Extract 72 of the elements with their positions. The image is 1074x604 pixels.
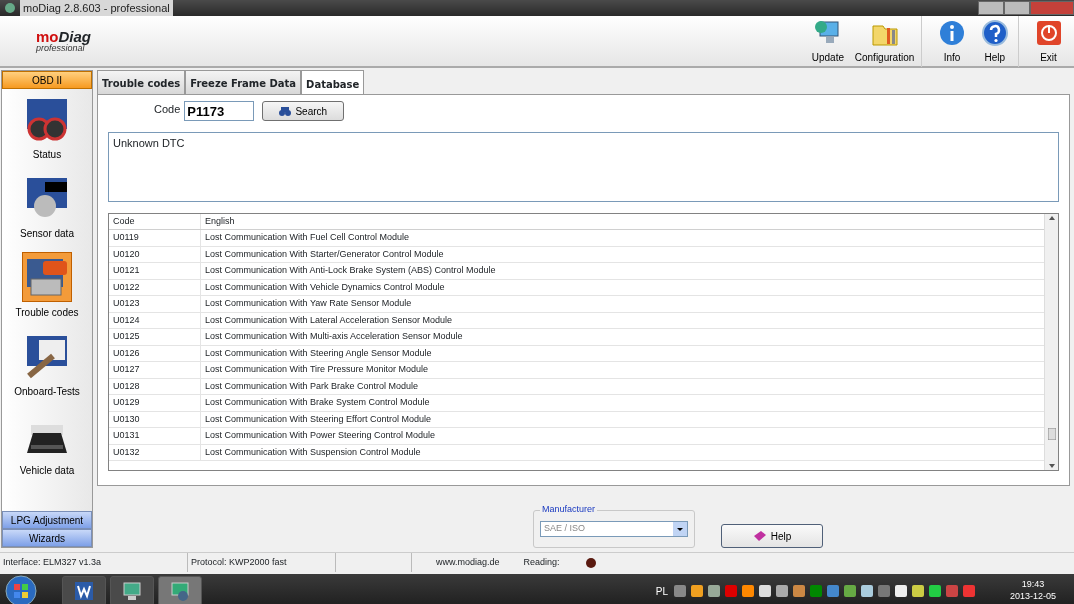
window-title: moDiag 2.8.603 - professional <box>20 0 173 17</box>
table-cell: U0132 <box>109 444 201 460</box>
tab[interactable]: Freeze Frame Data <box>185 70 302 94</box>
table-cell: U0126 <box>109 345 201 361</box>
tab[interactable]: Database <box>301 70 365 94</box>
sidebar-item[interactable]: Status <box>2 89 92 168</box>
language-indicator[interactable]: PL <box>655 583 668 599</box>
code-label: Code <box>154 102 181 117</box>
app-logo: moDiag professional <box>36 29 91 53</box>
table-cell-text: Lost Communication With Brake System Control Module <box>204 396 431 409</box>
section-button[interactable]: LPG Adjustment <box>2 511 92 529</box>
scroll-thumb[interactable] <box>1047 428 1056 440</box>
scroll-down-icon[interactable] <box>1047 462 1056 470</box>
table-cell: U0130 <box>109 411 201 427</box>
help-button[interactable]: Help <box>974 15 1015 67</box>
minimize-button[interactable] <box>978 1 1004 15</box>
column-header: English <box>204 214 236 228</box>
config-button[interactable]: Configuration <box>850 15 919 67</box>
scrollbar[interactable] <box>1044 214 1058 470</box>
maximize-button[interactable] <box>1004 1 1030 15</box>
help-button[interactable]: Help <box>721 524 823 548</box>
reading-label: Reading: <box>523 555 560 569</box>
sidebar-item[interactable]: Trouble codes <box>2 247 92 326</box>
table-cell-text: Lost Communication With Yaw Rate Sensor Module <box>204 297 413 310</box>
table-cell: U0125 <box>109 329 201 345</box>
clock[interactable]: 19:43 2013-12-05 <box>1009 579 1056 603</box>
sidebar-item[interactable]: Onboard-Tests <box>2 326 92 405</box>
result-box: Unknown DTC <box>108 132 1059 202</box>
table-cell-text: Lost Communication With Anti-Lock Brake System (ABS) Control Module <box>204 264 497 277</box>
section-button[interactable]: Wizards <box>2 529 92 547</box>
table-cell: U0120 <box>109 246 201 262</box>
table-cell: U0128 <box>109 378 201 394</box>
info-button[interactable]: Info <box>921 15 972 67</box>
binoculars-icon <box>279 106 292 116</box>
app-taskbar-icon[interactable] <box>158 576 202 604</box>
sidebar-item[interactable]: Vehicle data <box>2 405 92 484</box>
table-cell-text: Lost Communication With Multi-axis Acceleration Sensor Module <box>204 330 464 343</box>
table-cell: U0129 <box>109 395 201 411</box>
sidebar-item[interactable]: Sensor data <box>2 168 92 247</box>
protocol-status: Protocol: KWP2000 fast <box>188 553 336 572</box>
interface-status: Interface: ELM327 v1.3a <box>0 553 188 572</box>
scroll-up-icon[interactable] <box>1047 214 1056 222</box>
table-cell-text: Lost Communication With Tire Pressure Monitor Module <box>204 363 430 376</box>
table-cell: U0123 <box>109 296 201 312</box>
table-cell-text: Lost Communication With Lateral Acceleration Sensor Module <box>204 313 454 327</box>
table-cell: U0127 <box>109 362 201 378</box>
table-cell-text: Lost Communication With Power Steering Control Module <box>204 429 437 442</box>
exit-button[interactable]: Exit <box>1017 15 1069 67</box>
update-button[interactable]: Update <box>807 15 848 67</box>
table-cell-text: Lost Communication With Suspension Control Module <box>204 445 422 459</box>
app-icon <box>4 2 16 14</box>
word-taskbar-icon[interactable] <box>62 576 106 604</box>
table-cell: U0124 <box>109 312 201 328</box>
table-cell-text: Lost Communication With Vehicle Dynamics Control Module <box>204 280 446 294</box>
table-cell-text: Lost Communication With Park Brake Control Module <box>204 379 420 393</box>
table-cell: U0131 <box>109 428 201 444</box>
table-cell: U0121 <box>109 263 201 279</box>
start-button[interactable] <box>4 574 38 604</box>
computer-taskbar-icon[interactable] <box>110 576 154 604</box>
table-cell-text: Lost Communication With Steering Angle Sensor Module <box>204 346 433 360</box>
code-field[interactable]: P1173 <box>184 101 255 121</box>
manufacturer-label: Manufacturer <box>540 504 598 515</box>
section-button[interactable]: OBD II <box>2 71 92 89</box>
website-text: www.modiag.de <box>436 555 500 569</box>
tab[interactable]: Trouble codes <box>97 70 186 94</box>
table-cell-text: Lost Communication With Starter/Generator Control Module <box>204 247 445 261</box>
table-cell-text: Lost Communication With Steering Effort Control Module <box>204 412 432 426</box>
table-cell-text: Lost Communication With Fuel Cell Control Module <box>204 231 411 244</box>
search-button[interactable]: Search <box>262 101 345 121</box>
table-cell: U0119 <box>109 230 201 246</box>
column-header: Code <box>109 214 201 229</box>
table-cell: U0122 <box>109 279 201 295</box>
